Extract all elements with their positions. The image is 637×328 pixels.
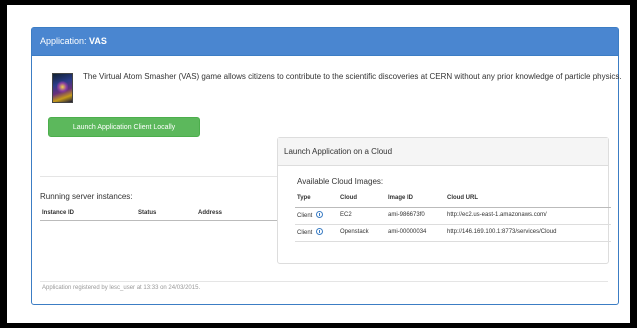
application-panel: Application: VAS The Virtual Atom Smashe… <box>31 27 622 305</box>
cell-cloud-url: http://146.169.100.1:8773/services/Cloud <box>447 229 557 235</box>
cloud-images-subtitle: Available Cloud Images: <box>297 177 384 186</box>
divider <box>40 176 288 177</box>
cell-type-label: Client <box>297 213 313 220</box>
panel-title-name: VAS <box>89 36 107 46</box>
column-header-type: Type <box>297 195 311 201</box>
cell-image-id: ami-986673f0 <box>388 212 425 218</box>
cell-type-label: Client <box>297 230 313 237</box>
cell-type: Client <box>297 228 324 237</box>
launch-locally-button[interactable]: Launch Application Client Locally <box>48 117 200 137</box>
application-thumbnail <box>52 73 73 103</box>
table-row: Client EC2 ami-986673f0 http://ec2.us-ea… <box>295 208 611 225</box>
cloud-panel-heading: Launch Application on a Cloud <box>278 138 608 166</box>
column-header-address: Address <box>198 210 223 216</box>
column-header-cloud: Cloud <box>340 195 357 201</box>
column-header-image-id: Image ID <box>388 195 414 201</box>
registration-footer: Application registered by lesc_user at 1… <box>42 285 201 291</box>
cell-image-id: ami-00000034 <box>388 229 427 235</box>
column-header-status: Status <box>138 210 157 216</box>
info-icon[interactable] <box>316 228 324 235</box>
application-description: The Virtual Atom Smasher (VAS) game allo… <box>83 72 622 81</box>
column-header-cloud-url: Cloud URL <box>447 195 478 201</box>
panel-title-prefix: Application: <box>40 36 90 46</box>
column-header-instance-id: Instance ID <box>42 210 75 216</box>
footer-divider <box>40 281 608 282</box>
cloud-images-table: Type Cloud Image ID Cloud URL Client EC2… <box>295 193 611 242</box>
running-instances-title: Running server instances: <box>40 192 133 201</box>
cell-cloud-url: http://ec2.us-east-1.amazonaws.com/ <box>447 212 547 218</box>
table-header-row: Type Cloud Image ID Cloud URL <box>295 193 611 208</box>
cell-type: Client <box>297 211 324 220</box>
server-instances-table: Instance ID Status Address <box>40 207 288 221</box>
table-header-row: Instance ID Status Address <box>40 207 288 221</box>
info-icon[interactable] <box>316 211 324 218</box>
page-frame: Application: VAS The Virtual Atom Smashe… <box>7 5 630 323</box>
cell-cloud: EC2 <box>340 212 352 218</box>
panel-heading: Application: VAS <box>32 28 618 56</box>
cell-cloud: Openstack <box>340 229 369 235</box>
table-row: Client Openstack ami-00000034 http://146… <box>295 225 611 242</box>
cloud-launch-panel: Launch Application on a Cloud Available … <box>277 137 611 264</box>
